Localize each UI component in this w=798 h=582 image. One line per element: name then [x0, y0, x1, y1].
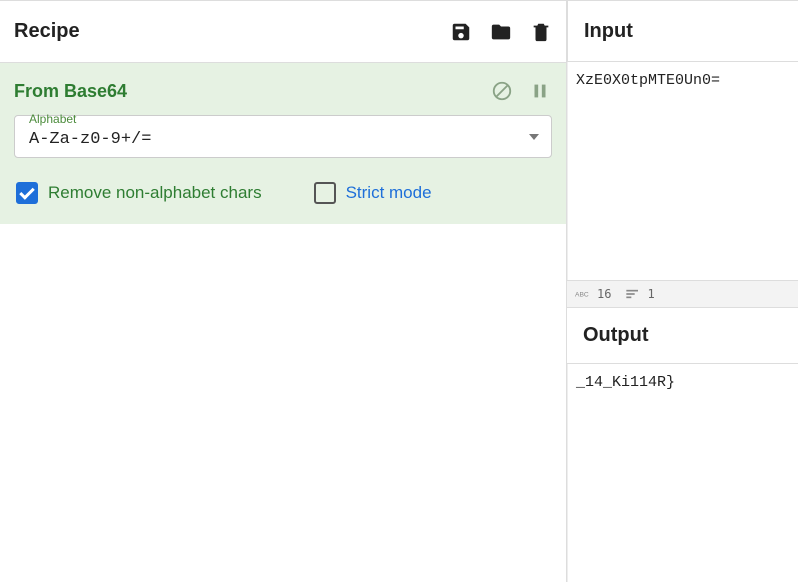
- alphabet-value: A-Za-z0-9+/=: [29, 124, 511, 149]
- recipe-header: Recipe: [0, 1, 566, 63]
- recipe-title: Recipe: [14, 20, 450, 43]
- output-title: Output: [583, 324, 649, 347]
- operation-name[interactable]: From Base64: [14, 81, 476, 102]
- folder-icon[interactable]: [490, 21, 512, 43]
- operation-block: From Base64 Alphabet A-Za-z0-9+/= Remove…: [0, 63, 566, 224]
- remove-nonalpha-label: Remove non-alphabet chars: [48, 183, 262, 203]
- input-textarea[interactable]: XzE0X0tpMTE0Un0=: [567, 62, 798, 280]
- alphabet-select[interactable]: Alphabet A-Za-z0-9+/=: [14, 115, 552, 158]
- disable-icon[interactable]: [490, 79, 514, 103]
- strict-mode-checkbox[interactable]: [314, 182, 336, 204]
- output-textarea[interactable]: _14_Ki114R}: [567, 364, 798, 582]
- input-stats: ABC 16 1: [567, 280, 798, 308]
- svg-text:ABC: ABC: [575, 292, 589, 299]
- remove-nonalpha-checkbox[interactable]: [16, 182, 38, 204]
- pause-icon[interactable]: [528, 79, 552, 103]
- trash-icon[interactable]: [530, 21, 552, 43]
- input-title: Input: [584, 20, 633, 43]
- save-icon[interactable]: [450, 21, 472, 43]
- output-header: Output: [567, 308, 798, 364]
- char-count: ABC 16: [575, 287, 611, 301]
- strict-mode-label: Strict mode: [346, 183, 432, 203]
- chevron-down-icon: [529, 134, 539, 140]
- line-count: 1: [625, 287, 654, 301]
- input-header: Input: [567, 0, 798, 62]
- alphabet-label: Alphabet: [29, 112, 76, 126]
